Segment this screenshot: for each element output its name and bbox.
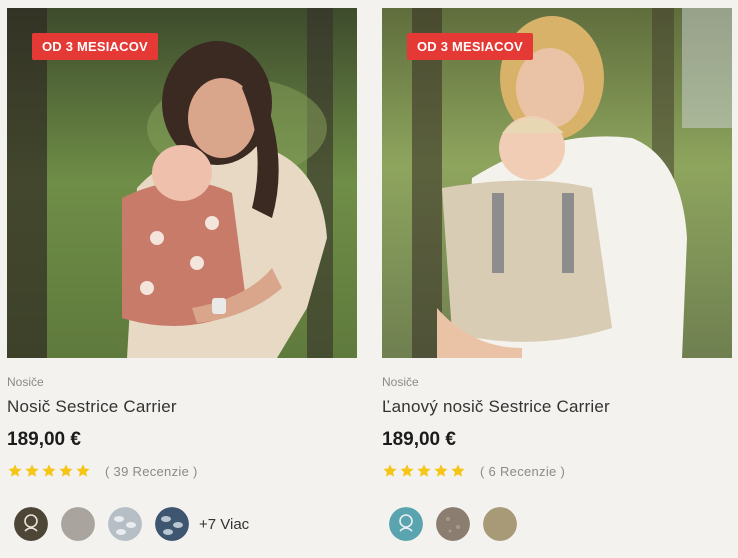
color-swatch[interactable] [155, 507, 189, 541]
star-icon [25, 464, 39, 477]
product-rating[interactable]: ( 39 Recenzie ) [7, 463, 198, 479]
star-icon [383, 464, 397, 477]
star-icon [76, 464, 90, 477]
product-category[interactable]: Nosiče [382, 375, 419, 389]
color-swatch[interactable] [483, 507, 517, 541]
product-title[interactable]: Nosič Sestrice Carrier [7, 397, 177, 417]
star-icon [400, 464, 414, 477]
star-icon [59, 464, 73, 477]
color-swatches: +7 Viac [14, 507, 249, 541]
age-badge: OD 3 MESIACOV [407, 33, 533, 60]
star-icon [42, 464, 56, 477]
product-card[interactable]: OD 3 MESIACOV Nosiče Nosič Sestrice Carr… [7, 8, 357, 479]
star-icon [434, 464, 448, 477]
star-icon [417, 464, 431, 477]
more-colors-link[interactable]: +7 Viac [199, 516, 249, 533]
color-swatch[interactable] [61, 507, 95, 541]
product-image[interactable]: OD 3 MESIACOV [382, 8, 732, 358]
star-icon [8, 464, 22, 477]
product-price: 189,00 € [7, 429, 81, 450]
review-count[interactable]: ( 39 Recenzie ) [105, 464, 198, 479]
color-swatch[interactable] [436, 507, 470, 541]
product-category[interactable]: Nosiče [7, 375, 44, 389]
color-swatch[interactable] [389, 507, 423, 541]
product-photo [382, 8, 732, 358]
age-badge: OD 3 MESIACOV [32, 33, 158, 60]
product-photo [7, 8, 357, 358]
product-image[interactable]: OD 3 MESIACOV [7, 8, 357, 358]
color-swatch[interactable] [14, 507, 48, 541]
product-price: 189,00 € [382, 429, 456, 450]
color-swatch[interactable] [108, 507, 142, 541]
product-card[interactable]: OD 3 MESIACOV Nosiče Ľanový nosič Sestri… [382, 8, 732, 479]
product-rating[interactable]: ( 6 Recenzie ) [382, 463, 565, 479]
review-count[interactable]: ( 6 Recenzie ) [480, 464, 565, 479]
color-swatches [389, 507, 517, 541]
rating-stars [382, 463, 466, 479]
star-icon [451, 464, 465, 477]
rating-stars [7, 463, 91, 479]
product-title[interactable]: Ľanový nosič Sestrice Carrier [382, 397, 610, 417]
